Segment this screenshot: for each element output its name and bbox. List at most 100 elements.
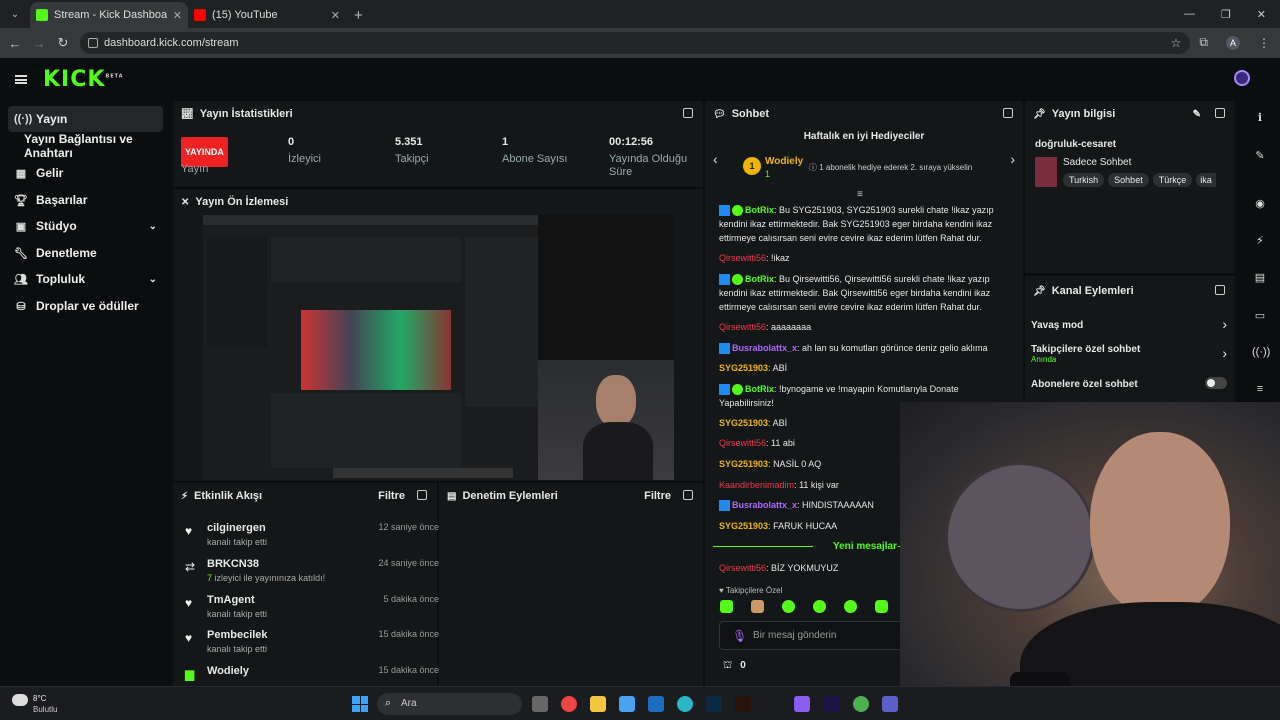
activity-username[interactable]: BRKCN38	[207, 558, 259, 570]
task-view-icon[interactable]	[532, 696, 548, 712]
tag-chip[interactable]: Sohbet	[1108, 173, 1149, 187]
popout-icon[interactable]	[683, 108, 693, 118]
emote-icon[interactable]	[751, 600, 764, 613]
url-bar[interactable]: dashboard.kick.com/stream	[80, 32, 1190, 54]
edit-icon[interactable]: ✎	[1252, 149, 1268, 165]
popout-icon[interactable]	[1215, 108, 1225, 118]
sidebar-item-stream-key[interactable]: Yayın Bağlantısı ve Anahtarı	[18, 132, 178, 160]
chat-username[interactable]: SYG251903	[719, 418, 768, 428]
chat-username[interactable]: Qirsewitti56	[719, 563, 766, 573]
bookmark-star-icon[interactable]: ☆	[1171, 36, 1182, 50]
filter-button[interactable]: Filtre	[644, 490, 671, 502]
site-info-icon[interactable]	[88, 38, 98, 48]
file-explorer-icon[interactable]	[590, 696, 606, 712]
restore-icon[interactable]: ❐	[1221, 8, 1231, 21]
hamburger-menu-icon[interactable]	[15, 74, 27, 84]
minimize-icon[interactable]: —	[1184, 8, 1195, 21]
illustrator-icon[interactable]	[735, 696, 751, 712]
weather-temp[interactable]: 8°C	[33, 694, 46, 703]
list-icon[interactable]: ▤	[1252, 271, 1268, 287]
chat-username[interactable]: Qirsewitti56	[719, 322, 766, 332]
profile-avatar[interactable]: A	[1226, 35, 1240, 50]
chat-username[interactable]: BotRix	[745, 274, 774, 284]
reload-icon[interactable]: ↻	[51, 35, 75, 51]
browser-tab-youtube[interactable]: (15) YouTube ✕	[188, 2, 346, 28]
chrome-icon[interactable]	[561, 696, 577, 712]
chat-username[interactable]: Kaandirbenimadim	[719, 480, 794, 490]
chat-username[interactable]: SYG251903	[719, 363, 768, 373]
close-window-icon[interactable]: ✕	[1257, 8, 1266, 21]
activity-username[interactable]: TmAgent	[207, 594, 255, 606]
popout-icon[interactable]	[683, 490, 693, 500]
forward-icon[interactable]: →	[27, 36, 51, 51]
info-icon[interactable]: ℹ	[1252, 111, 1268, 127]
taskbar-search[interactable]: ⌕ Ara	[377, 693, 522, 715]
store-icon[interactable]	[619, 696, 635, 712]
tag-chip[interactable]: Turkish	[1063, 173, 1105, 187]
windows-start-icon[interactable]	[352, 696, 368, 712]
chat-username[interactable]: SYG251903	[719, 521, 768, 531]
close-tab-icon[interactable]: ✕	[173, 9, 182, 22]
activity-username[interactable]: Wodiely	[207, 665, 249, 677]
chat-username[interactable]: Qirsewitti56	[719, 438, 766, 448]
browser-menu-icon[interactable]: ⋮	[1258, 36, 1270, 50]
chat-username[interactable]: Busrabolattx_x	[732, 500, 797, 510]
user-avatar[interactable]	[1234, 70, 1250, 86]
emote-icon[interactable]	[844, 600, 857, 613]
sidebar-item-studyo[interactable]: ▣ Stüdyo ⌄	[8, 213, 163, 239]
collapse-gifters-icon[interactable]: ≡	[857, 189, 863, 200]
sidebar-item-basarilar[interactable]: 🏆︎ Başarılar	[8, 187, 163, 213]
sidebar-item-topluluk[interactable]: 👥︎ Topluluk ⌄	[8, 266, 163, 292]
category-name[interactable]: Sadece Sohbet	[1063, 157, 1131, 168]
emote-icon[interactable]	[875, 600, 888, 613]
extensions-icon[interactable]: ⧉	[1199, 35, 1208, 50]
popout-icon[interactable]	[1215, 285, 1225, 295]
settings-icon[interactable]: ≡	[1252, 383, 1268, 399]
popout-icon[interactable]	[1003, 108, 1013, 118]
browser-tab-kick[interactable]: Stream - Kick Dashboard ✕	[30, 2, 188, 28]
outlook-icon[interactable]	[648, 696, 664, 712]
stream-preview-video[interactable]	[203, 215, 674, 480]
chat-username[interactable]: SYG251903	[719, 459, 768, 469]
edge-icon[interactable]	[677, 696, 693, 712]
teams-icon[interactable]	[882, 696, 898, 712]
subscribers-only-toggle[interactable]	[1205, 377, 1227, 389]
photoshop-icon[interactable]	[706, 696, 722, 712]
chat-username[interactable]: Qirsewitti56	[719, 253, 766, 263]
kick-logo[interactable]: KICKBETA	[43, 67, 124, 92]
chrome-active-icon[interactable]	[853, 696, 869, 712]
copilot-icon[interactable]	[794, 696, 810, 712]
chat-icon[interactable]: ▭	[1252, 309, 1268, 325]
chevron-right-icon[interactable]: ›	[1222, 316, 1227, 332]
chevron-right-icon[interactable]: ›	[1222, 345, 1227, 361]
new-tab-button[interactable]: +	[346, 7, 371, 28]
premiere-icon[interactable]	[823, 696, 839, 712]
filter-button[interactable]: Filtre	[378, 490, 405, 502]
chat-username[interactable]: BotRix	[745, 384, 774, 394]
tag-chip[interactable]: Türkçe	[1152, 173, 1193, 187]
popout-icon[interactable]	[417, 490, 427, 500]
sidebar-item-yayin[interactable]: ((·)) Yayın	[8, 106, 163, 132]
emote-icon[interactable]	[720, 600, 733, 613]
activity-username[interactable]: Pembecilek	[207, 629, 268, 641]
sidebar-item-droplar[interactable]: ⛁ Droplar ve ödüller	[8, 293, 163, 319]
sidebar-item-gelir[interactable]: ▦ Gelir	[8, 160, 163, 186]
camera-icon[interactable]: ◉	[1252, 197, 1268, 213]
edit-icon[interactable]: ✎	[1193, 109, 1201, 120]
activity-username[interactable]: cilginergen	[207, 522, 266, 534]
chat-username[interactable]: Busrabolattx_x	[732, 343, 797, 353]
back-icon[interactable]: ←	[3, 36, 27, 51]
top-gifter-name[interactable]: Wodiely	[765, 156, 803, 167]
emote-icon[interactable]	[782, 600, 795, 613]
chevron-right-icon[interactable]: ›	[1010, 151, 1015, 167]
chat-username[interactable]: BotRix	[745, 205, 774, 215]
sidebar-item-denetleme[interactable]: 🔧︎ Denetleme	[8, 240, 163, 266]
close-tab-icon[interactable]: ✕	[331, 9, 340, 22]
microphone-icon[interactable]: 🎙︎	[732, 629, 747, 643]
lightning-icon[interactable]: ⚡︎	[1252, 234, 1268, 250]
chevron-left-icon[interactable]: ‹	[713, 151, 718, 167]
emote-icon[interactable]	[813, 600, 826, 613]
tab-search-button[interactable]: ⌄	[2, 3, 28, 25]
broadcast-icon[interactable]: ((·))	[1252, 346, 1270, 362]
tag-chip[interactable]: ika	[1196, 173, 1216, 187]
